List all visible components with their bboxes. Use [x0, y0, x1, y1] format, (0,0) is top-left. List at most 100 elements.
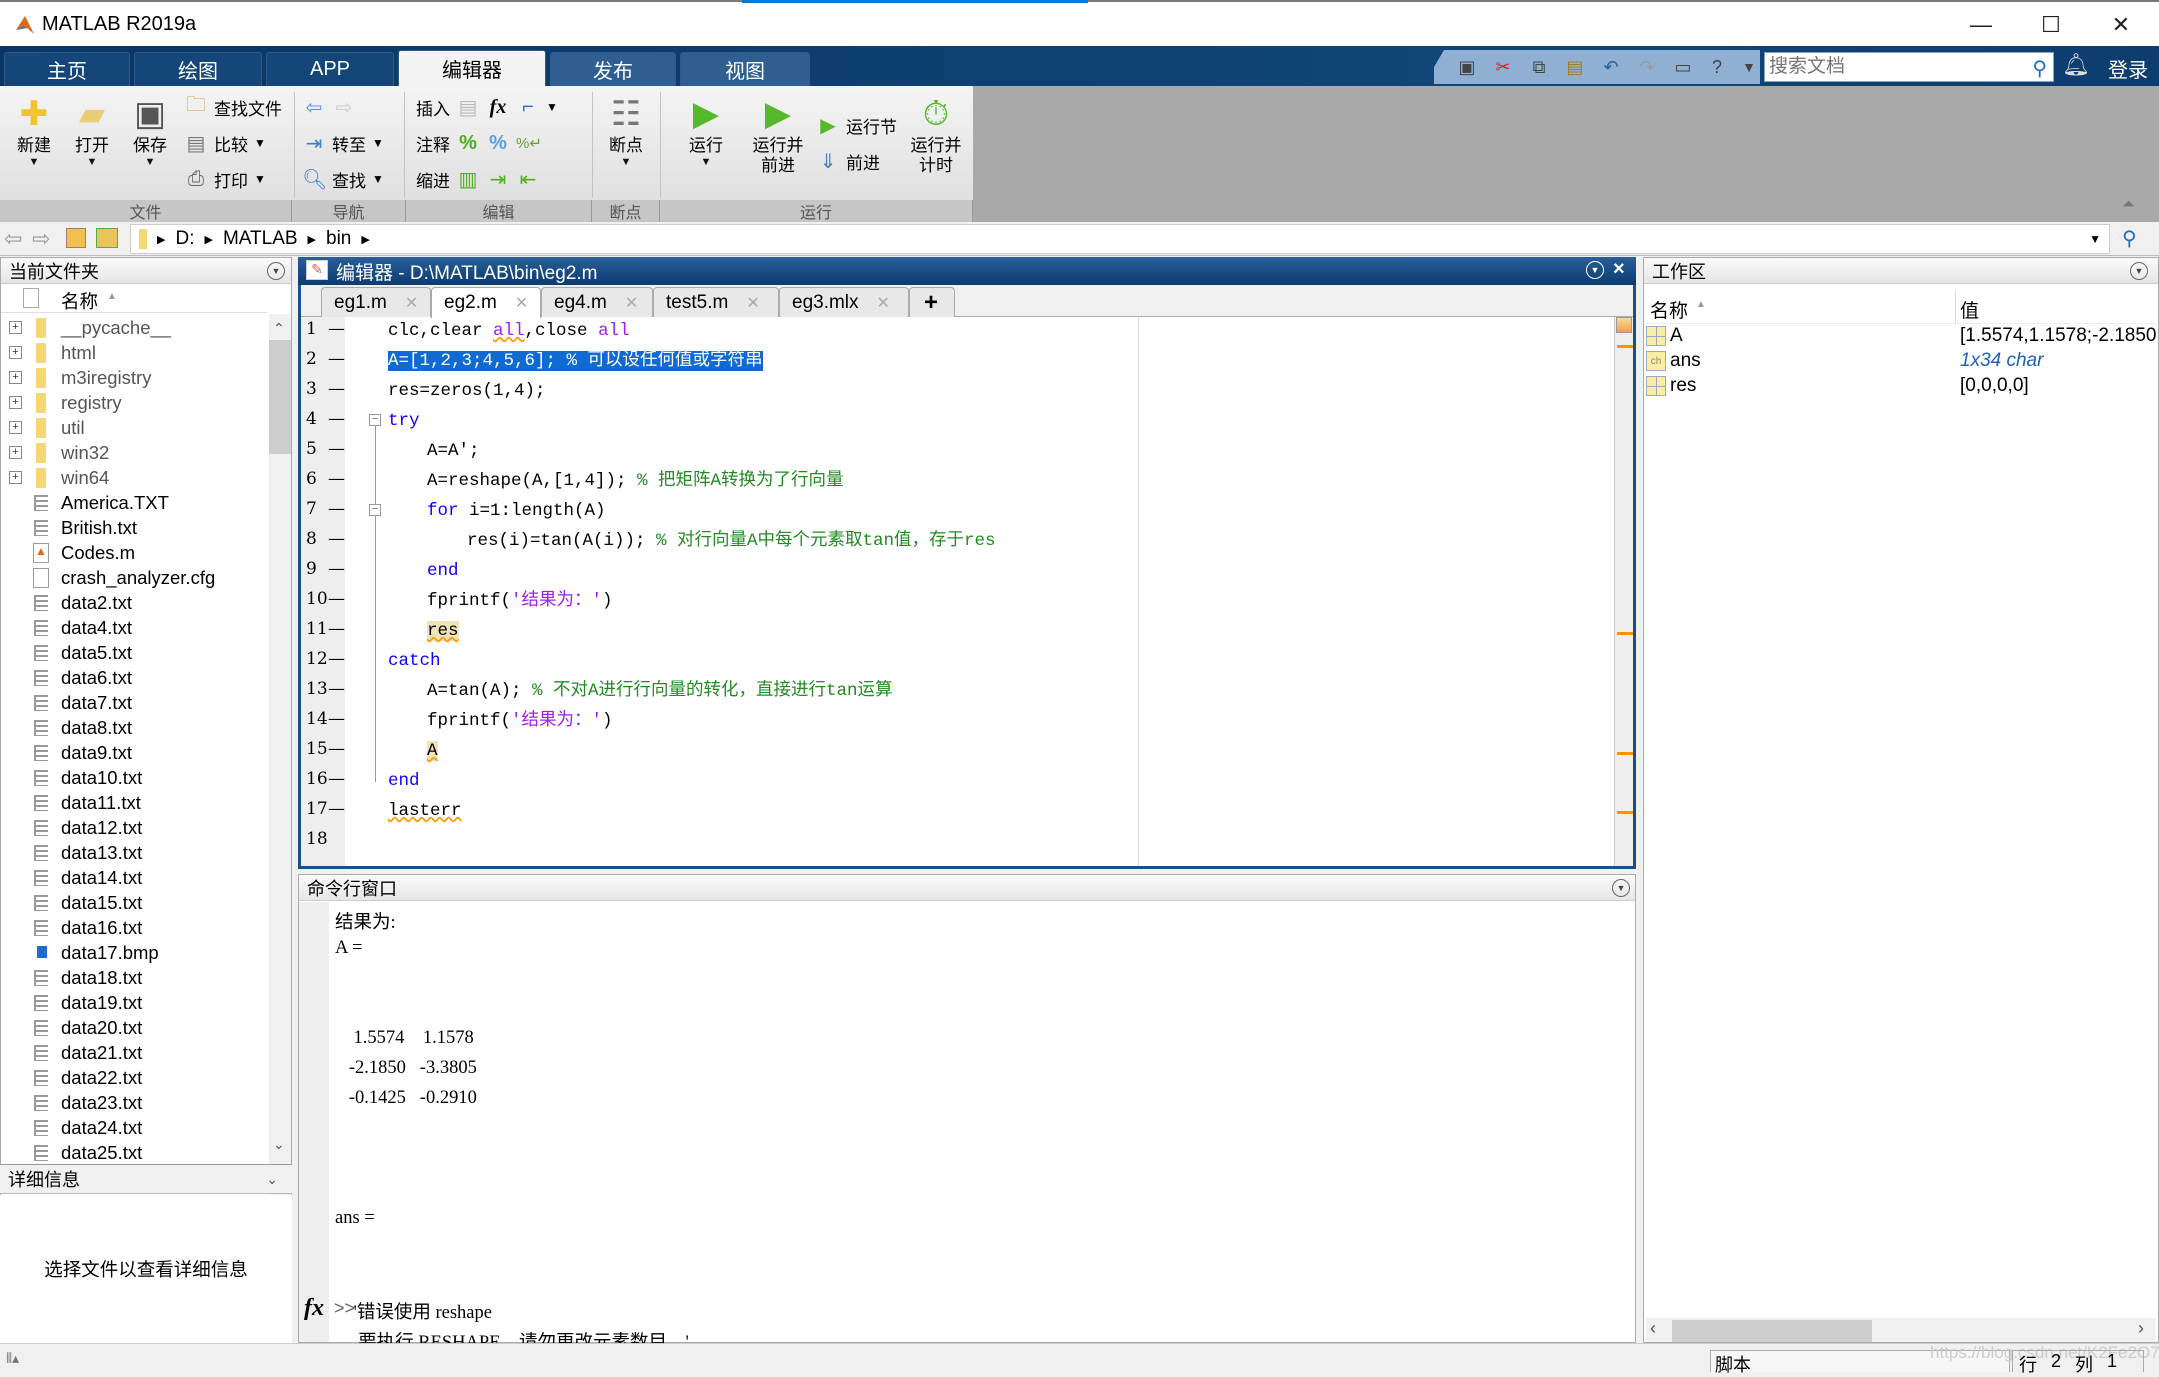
cut-icon[interactable]: ✂ — [1490, 54, 1516, 80]
browse-folder-icon[interactable] — [96, 228, 118, 248]
code-line-13[interactable]: A=tan(A); % 不对A进行行向量的转化，直接进行tan运算 — [427, 678, 893, 704]
comment-percent-icon[interactable]: % — [456, 132, 480, 155]
up-folder-icon[interactable] — [66, 228, 86, 248]
line-number[interactable]: 4— — [306, 409, 346, 429]
scroll-down-icon[interactable]: ⌄ — [273, 1136, 285, 1153]
code-line-15[interactable]: A — [427, 738, 438, 764]
editor-close-icon[interactable]: × — [1613, 258, 1625, 281]
run-button[interactable]: ▶ 运行 ▼ — [676, 92, 736, 192]
close-tab-icon[interactable]: ✕ — [746, 293, 759, 313]
back-icon[interactable]: ⇦ — [4, 226, 22, 252]
editor-tab-eg1[interactable]: eg1.m ✕ — [321, 287, 431, 317]
line-number[interactable]: 15— — [306, 739, 346, 759]
run-section-button[interactable]: ▶ 运行节 — [816, 110, 897, 140]
file-item[interactable]: data6.txt — [1, 665, 269, 690]
run-and-advance-button[interactable]: ▶ 运行并 前进 — [746, 92, 810, 192]
code-line-4[interactable]: try — [388, 408, 420, 434]
code-line-2[interactable]: A=[1,2,3;4,5,6]; % 可以设任何值或字符串 — [388, 348, 763, 374]
panel-actions-icon[interactable]: ▼ — [267, 262, 285, 280]
undo-icon[interactable]: ↶ — [1598, 54, 1624, 80]
breakpoint-dash[interactable]: — — [328, 379, 345, 399]
file-item[interactable]: data8.txt — [1, 715, 269, 740]
code-analyzer-bar[interactable] — [1614, 317, 1633, 866]
workspace-variable[interactable]: ch ans 1x34 char — [1646, 349, 2156, 373]
breadcrumb-bin[interactable]: bin — [326, 228, 351, 250]
close-button[interactable]: ✕ — [2086, 2, 2156, 48]
breakpoint-dash[interactable]: — — [328, 739, 345, 759]
new-button[interactable]: ✚ 新建 ▼ — [4, 92, 64, 192]
close-tab-icon[interactable]: ✕ — [405, 293, 418, 313]
folder-item[interactable]: + html — [1, 340, 269, 365]
expand-icon[interactable]: + — [9, 471, 22, 484]
breakpoint-dash[interactable]: — — [328, 439, 345, 459]
copy-icon[interactable]: ⧉ — [1526, 54, 1552, 80]
tab-editor[interactable]: 编辑器 — [398, 50, 546, 86]
line-number[interactable]: 18 — [306, 829, 346, 849]
print-button[interactable]: ⎙ 打印 ▼ — [184, 164, 266, 194]
folder-item[interactable]: + m3iregistry — [1, 365, 269, 390]
file-item[interactable]: data2.txt — [1, 590, 269, 615]
forward-icon[interactable]: ⇨ — [32, 226, 50, 252]
file-item[interactable]: data14.txt — [1, 865, 269, 890]
save-button[interactable]: ▣ 保存 ▼ — [120, 92, 180, 192]
code-line-1[interactable]: clc,clear all,close all — [388, 318, 630, 344]
add-tab-button[interactable]: + — [909, 287, 955, 317]
current-folder-path[interactable]: ▶ D: ▶ MATLAB ▶ bin ▶ ▼ — [130, 224, 2110, 254]
code-line-8[interactable]: res(i)=tan(A(i)); % 对行向量A中每个元素取tan值，存于re… — [467, 528, 996, 554]
file-item[interactable]: data24.txt — [1, 1115, 269, 1140]
tab-plots[interactable]: 绘图 — [134, 52, 262, 86]
fold-toggle-icon[interactable]: − — [369, 504, 381, 516]
file-item[interactable]: data12.txt — [1, 815, 269, 840]
warning-marker[interactable] — [1617, 752, 1633, 755]
breakpoint-dash[interactable]: — — [328, 319, 345, 339]
line-number[interactable]: 5— — [306, 439, 346, 459]
switch-windows-icon[interactable]: ▭ — [1670, 54, 1696, 80]
file-item[interactable]: data23.txt — [1, 1090, 269, 1115]
file-item[interactable]: data10.txt — [1, 765, 269, 790]
file-item[interactable]: data20.txt — [1, 1015, 269, 1040]
breakpoint-dash[interactable]: — — [328, 769, 345, 789]
warning-marker[interactable] — [1617, 811, 1633, 814]
line-number[interactable]: 8— — [306, 529, 346, 549]
breakpoint-dash[interactable]: — — [328, 679, 345, 699]
close-tab-icon[interactable]: ✕ — [625, 293, 638, 313]
code-line-14[interactable]: fprintf('结果为：') — [427, 708, 613, 734]
workspace-variable[interactable]: res [0,0,0,0] — [1646, 374, 2156, 398]
file-item[interactable]: data7.txt — [1, 690, 269, 715]
fi-icon[interactable]: ⌐ — [516, 96, 540, 119]
file-item[interactable]: data11.txt — [1, 790, 269, 815]
folder-item[interactable]: + win64 — [1, 465, 269, 490]
breakpoint-dash[interactable]: — — [328, 529, 345, 549]
line-number[interactable]: 10— — [306, 589, 346, 609]
file-item[interactable]: data22.txt — [1, 1065, 269, 1090]
search-folder-icon[interactable]: ⚲ — [2122, 226, 2137, 251]
line-number[interactable]: 6— — [306, 469, 346, 489]
breakpoint-dash[interactable]: — — [328, 499, 345, 519]
back-arrow-icon[interactable]: ⇦ — [302, 95, 326, 120]
editor-tab-test5[interactable]: test5.m ✕ — [653, 287, 779, 317]
line-number[interactable]: 1— — [306, 319, 346, 339]
uncomment-icon[interactable]: % — [486, 132, 510, 155]
advance-button[interactable]: ⇓ 前进 — [816, 146, 880, 176]
tab-apps[interactable]: APP — [266, 52, 394, 86]
file-item[interactable]: data25.txt — [1, 1140, 269, 1164]
code-line-10[interactable]: fprintf('结果为：') — [427, 588, 613, 614]
tab-publish[interactable]: 发布 — [550, 52, 676, 86]
file-item[interactable]: data19.txt — [1, 990, 269, 1015]
breakpoint-dash[interactable]: — — [328, 559, 345, 579]
run-and-time-button[interactable]: ⏱ 运行并 计时 — [904, 92, 968, 192]
code-line-16[interactable]: end — [388, 768, 420, 794]
command-window-actions-icon[interactable]: ▼ — [1612, 879, 1630, 897]
maximize-button[interactable]: ☐ — [2016, 2, 2086, 48]
line-number[interactable]: 12— — [306, 649, 346, 669]
scrollbar-thumb[interactable] — [269, 340, 291, 454]
command-window[interactable] — [298, 874, 1636, 1343]
code-analyzer-status-icon[interactable] — [1616, 317, 1632, 333]
find-files-button[interactable]: 🗀︎ 查找文件 — [184, 92, 282, 122]
breakpoint-dash[interactable]: — — [328, 349, 345, 369]
file-item[interactable]: data21.txt — [1, 1040, 269, 1065]
find-button[interactable]: 🔍︎ 查找 ▼ — [302, 164, 384, 194]
breakpoint-dash[interactable]: — — [328, 589, 345, 609]
more-icon[interactable]: ▼ — [1736, 54, 1760, 80]
breakpoint-dash[interactable]: — — [328, 799, 345, 819]
